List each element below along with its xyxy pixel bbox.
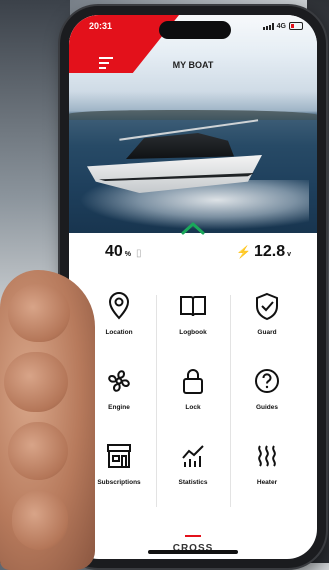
- bolt-icon: ⚡: [236, 245, 251, 259]
- grid-item-logbook[interactable]: Logbook: [157, 291, 229, 336]
- battery-icon: [289, 22, 303, 30]
- grid-item-label: Heater: [256, 479, 278, 486]
- app-screen: 20:31 4G MY BOAT 40 % ▯ ⚡ 12.8 v Locatio…: [69, 15, 317, 559]
- grid-item-label: Guard: [257, 329, 277, 336]
- dynamic-island: [159, 21, 231, 39]
- page-title: MY BOAT: [172, 60, 214, 70]
- battery-unit: %: [124, 251, 132, 258]
- shoreline: [69, 110, 317, 120]
- question-icon: [255, 369, 279, 393]
- grid-item-lock[interactable]: Lock: [157, 366, 229, 411]
- battery-value: 40: [105, 243, 123, 260]
- status-time: 20:31: [89, 21, 113, 31]
- status-indicators: 4G: [262, 22, 303, 30]
- battery-stat: 40 % ▯: [105, 243, 142, 261]
- boat-stats: 40 % ▯ ⚡ 12.8 v: [69, 243, 317, 273]
- finger: [4, 352, 68, 412]
- store-icon: [107, 444, 131, 468]
- network-label: 4G: [276, 22, 286, 30]
- padlock-icon: [183, 369, 203, 394]
- fuel-icon: ▯: [136, 248, 142, 259]
- voltage-value: 12.8: [253, 243, 286, 260]
- brand-mark: [185, 535, 201, 537]
- grid-item-statistics[interactable]: Statistics: [157, 441, 229, 486]
- grid-item-label: Statistics: [178, 479, 208, 486]
- heat-waves-icon: [258, 445, 276, 467]
- phone-frame: 20:31 4G MY BOAT 40 % ▯ ⚡ 12.8 v Locatio…: [60, 6, 326, 568]
- hand: [0, 270, 95, 570]
- voltage-stat: ⚡ 12.8 v: [236, 243, 291, 261]
- voltage-unit: v: [287, 251, 291, 258]
- feature-grid: Location Logbook Guard Engine Lock Guide…: [83, 291, 303, 511]
- location-pin-icon: [108, 292, 130, 320]
- grid-item-heater[interactable]: Heater: [231, 441, 303, 486]
- shield-check-icon: [256, 292, 278, 321]
- grid-item-label: Guides: [255, 404, 279, 411]
- signal-icon: [262, 22, 274, 30]
- finger: [8, 422, 68, 480]
- chevron-up-icon[interactable]: [181, 221, 205, 235]
- book-icon: [180, 296, 206, 317]
- grid-item-label: Lock: [185, 404, 201, 411]
- finger: [8, 284, 70, 342]
- grid-item-guides[interactable]: Guides: [231, 366, 303, 411]
- propeller-icon: [108, 370, 130, 392]
- home-indicator[interactable]: [148, 550, 238, 554]
- grid-item-guard[interactable]: Guard: [231, 291, 303, 336]
- grid-item-label: Logbook: [179, 329, 207, 336]
- chart-icon: [182, 445, 204, 467]
- finger: [12, 490, 68, 550]
